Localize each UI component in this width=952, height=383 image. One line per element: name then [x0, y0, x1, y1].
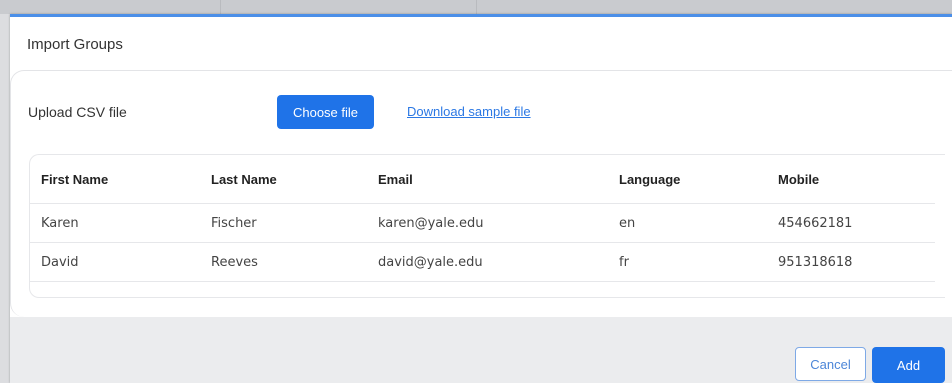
- background-divider: [476, 0, 477, 14]
- add-button[interactable]: Add: [872, 347, 945, 383]
- dialog-title: Import Groups: [27, 36, 123, 53]
- cancel-button[interactable]: Cancel: [795, 347, 866, 381]
- preview-table: First Name Last Name Email Language Mobi…: [30, 155, 935, 282]
- column-header-mobile: Mobile: [778, 155, 935, 204]
- download-sample-link[interactable]: Download sample file: [407, 104, 531, 119]
- table-row: Karen Fischer karen@yale.edu en 45466218…: [30, 203, 935, 243]
- cell-language: fr: [619, 242, 778, 282]
- column-header-first-name: First Name: [30, 155, 211, 204]
- table-header-row: First Name Last Name Email Language Mobi…: [30, 155, 935, 204]
- column-header-language: Language: [619, 155, 778, 204]
- cell-language: en: [619, 203, 778, 243]
- cell-first-name: Karen: [30, 203, 211, 243]
- dialog-accent-bar: [10, 14, 952, 17]
- cell-last-name: Reeves: [211, 242, 378, 282]
- cell-mobile: 951318618: [778, 242, 935, 282]
- cell-mobile: 454662181: [778, 203, 935, 243]
- preview-table-container: First Name Last Name Email Language Mobi…: [29, 154, 945, 298]
- import-groups-dialog: Import Groups Upload CSV file Choose fil…: [10, 14, 952, 383]
- upload-csv-label: Upload CSV file: [28, 104, 127, 120]
- column-header-last-name: Last Name: [211, 155, 378, 204]
- cell-email: karen@yale.edu: [378, 203, 619, 243]
- background-header-strip: [0, 0, 952, 14]
- column-header-email: Email: [378, 155, 619, 204]
- cell-last-name: Fischer: [211, 203, 378, 243]
- table-row: David Reeves david@yale.edu fr 951318618: [30, 242, 935, 282]
- cell-email: david@yale.edu: [378, 242, 619, 282]
- cell-first-name: David: [30, 242, 211, 282]
- background-divider: [220, 0, 221, 14]
- dialog-footer: Cancel Add: [10, 317, 952, 383]
- choose-file-button[interactable]: Choose file: [277, 95, 374, 129]
